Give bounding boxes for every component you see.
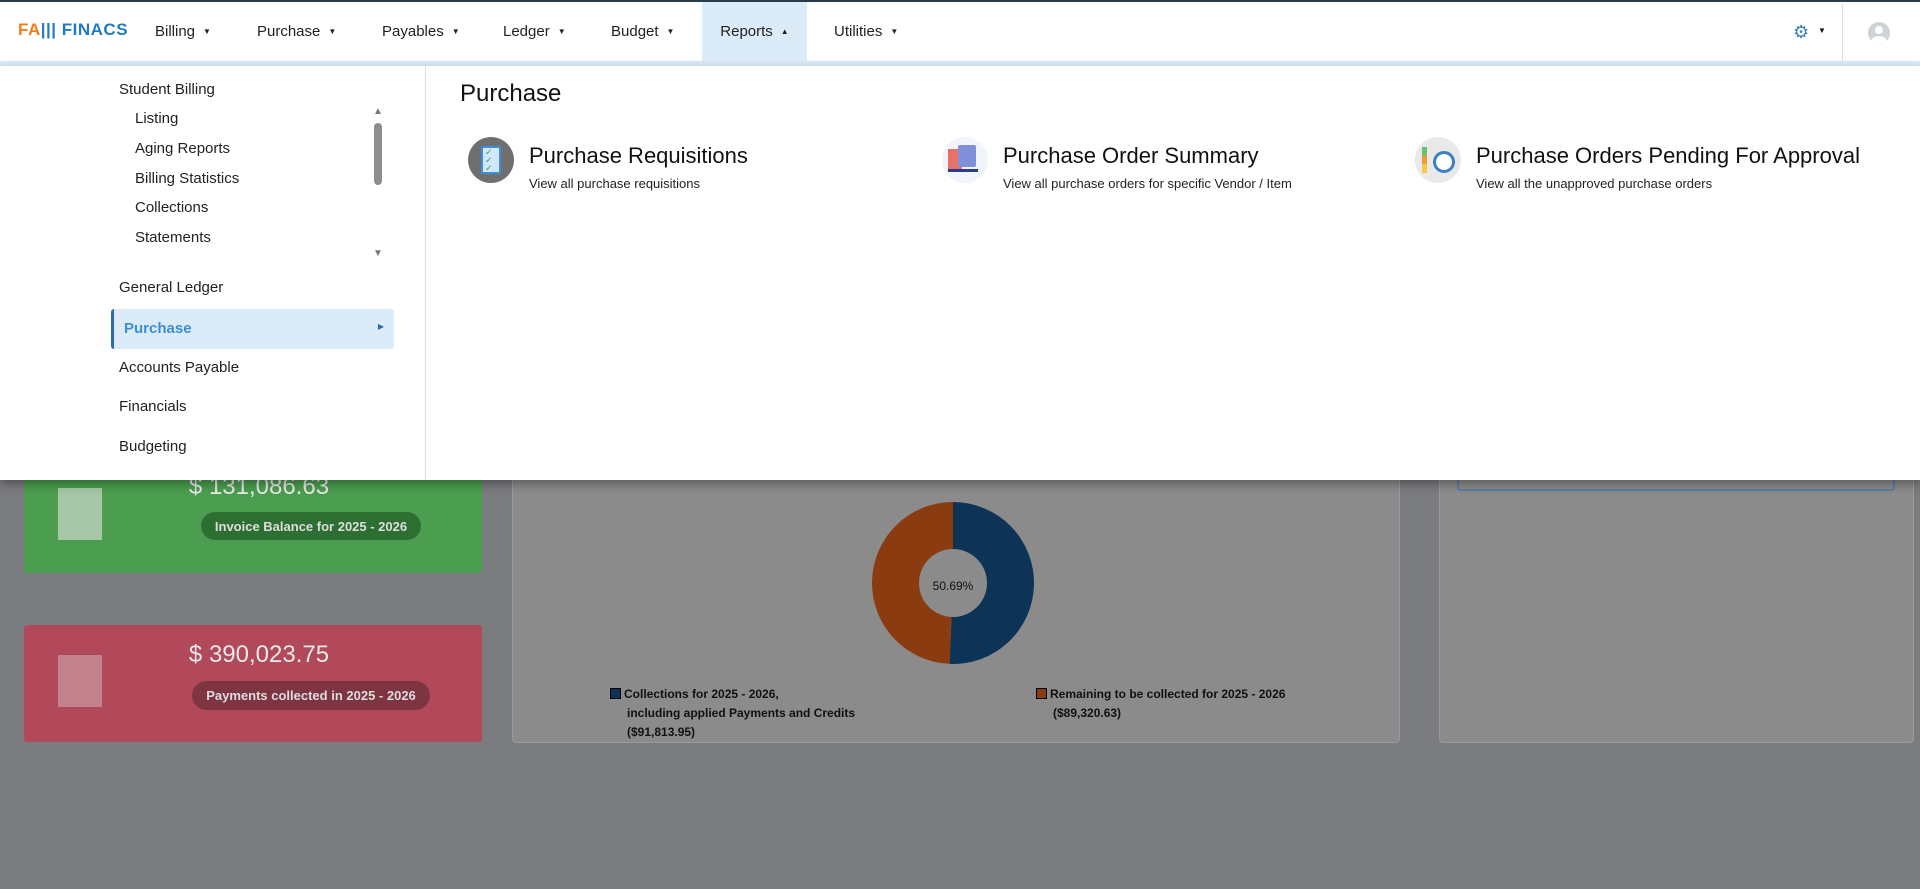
card-purchase-requisitions[interactable]: ✓ ✓ ✓ Purchase Requisitions View all purch… (468, 137, 908, 191)
clock-list-icon (1415, 137, 1461, 183)
nav-reports[interactable]: Reports ▲ (702, 2, 807, 61)
payments-label: Payments collected in 2025 - 2026 (192, 681, 430, 710)
caret-up-icon: ▲ (780, 27, 789, 36)
caret-down-icon: ▼ (328, 27, 337, 36)
invoice-icon (58, 488, 102, 540)
gear-icon[interactable]: ⚙ (1793, 22, 1809, 43)
sidebar-sub-listing[interactable]: Listing (135, 110, 178, 127)
card-purchase-order-summary[interactable]: Purchase Order Summary View all purchase… (942, 137, 1382, 191)
sidebar-purchase[interactable]: Purchase ▶ (111, 309, 394, 349)
payments-card: $ 390,023.75 Payments collected in 2025 … (24, 625, 482, 742)
shopping-bag-icon (942, 137, 988, 183)
sidebar-budgeting[interactable]: Budgeting (119, 438, 187, 455)
user-avatar-icon[interactable] (1868, 22, 1890, 44)
caret-down-icon: ▼ (557, 27, 566, 36)
scroll-down-icon[interactable]: ▼ (373, 248, 383, 259)
nav-budget[interactable]: Budget ▼ (595, 2, 690, 61)
legend-remaining: Remaining to be collected for 2025 - 202… (1036, 685, 1285, 723)
invoice-balance-label: Invoice Balance for 2025 - 2026 (201, 512, 421, 540)
checklist-icon: ✓ ✓ ✓ (468, 137, 514, 183)
caret-right-icon: ▶ (377, 322, 384, 331)
sidebar-sub-collections[interactable]: Collections (135, 199, 208, 216)
sidebar-student-billing[interactable]: Student Billing (119, 81, 215, 98)
caret-down-icon: ▼ (666, 27, 675, 36)
legend-swatch (1036, 688, 1047, 699)
scrollbar[interactable]: ▲ ▼ (372, 106, 384, 259)
divider (1842, 4, 1843, 61)
nav-ledger[interactable]: Ledger ▼ (487, 2, 582, 61)
finacs-logo[interactable]: FA||| FINACS (18, 20, 128, 40)
donut-center-label: 50.69% (932, 579, 974, 593)
nav-purchase[interactable]: Purchase ▼ (241, 2, 352, 61)
legend-collections: Collections for 2025 - 2026, including a… (610, 685, 855, 742)
sidebar-sub-billing-statistics[interactable]: Billing Statistics (135, 170, 239, 187)
nav-billing[interactable]: Billing ▼ (139, 2, 227, 61)
nav-utilities[interactable]: Utilities ▼ (818, 2, 914, 61)
receipt-icon (58, 655, 102, 707)
section-title: Purchase (460, 80, 562, 107)
sidebar-accounts-payable[interactable]: Accounts Payable (119, 359, 239, 376)
scroll-up-icon[interactable]: ▲ (373, 106, 383, 117)
sidebar-sub-aging-reports[interactable]: Aging Reports (135, 140, 230, 157)
caret-down-icon: ▼ (203, 27, 211, 36)
card-purchase-orders-pending[interactable]: Purchase Orders Pending For Approval Vie… (1415, 137, 1915, 191)
caret-down-icon[interactable]: ▼ (1818, 26, 1826, 35)
nav-payables[interactable]: Payables ▼ (366, 2, 476, 61)
sidebar-financials[interactable]: Financials (119, 398, 187, 415)
sidebar-general-ledger[interactable]: General Ledger (119, 279, 223, 296)
sidebar-sub-statements[interactable]: Statements (135, 229, 211, 246)
dropdown-field[interactable] (1457, 479, 1895, 491)
caret-down-icon: ▼ (890, 27, 899, 36)
legend-swatch (610, 688, 621, 699)
caret-down-icon: ▼ (451, 27, 460, 36)
reports-mega-menu: Student Billing Listing Aging Reports Bi… (0, 66, 1920, 480)
scrollbar-thumb[interactable] (374, 123, 382, 185)
payments-amount: $ 390,023.75 (188, 641, 330, 668)
reports-sidebar: Student Billing Listing Aging Reports Bi… (0, 66, 426, 480)
